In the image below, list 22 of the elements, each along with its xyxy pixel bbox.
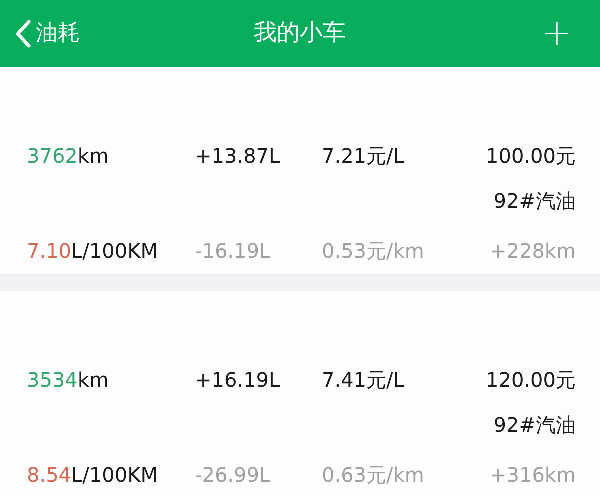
unit-price: 7.41元/L [322, 367, 406, 394]
fuel-difference: -16.19L [195, 238, 272, 265]
distance: +316km [489, 462, 576, 489]
fuel-added: +16.19L [195, 367, 282, 394]
cost-per-km: 0.63元/km [322, 462, 426, 489]
fuel-added: +13.87L [195, 143, 282, 170]
unit-price: 7.21元/L [322, 143, 406, 170]
record-card[interactable]: 3534km +16.19L 7.41元/L 120.00元 92#汽油 8.54L/100KM -26.99L 0.63元/km +316km [0, 291, 600, 497]
fuel-amount: 100.00元 [485, 143, 576, 170]
fuel-type: 92#汽油 [494, 188, 576, 215]
distance: +228km [489, 238, 576, 265]
record-card[interactable]: 3762km +13.87L 7.21元/L 100.00元 92#汽油 7.10L/100KM -16.19L 0.53元/km +228km [0, 67, 600, 274]
back-chevron-icon [14, 18, 32, 48]
odometer-reading: 3762km [27, 143, 110, 170]
fuel-difference: -26.99L [195, 462, 272, 489]
fuel-type: 92#汽油 [494, 412, 576, 439]
cost-per-km: 0.53元/km [322, 238, 426, 265]
page-title: 我的小车 [253, 19, 347, 48]
consumption-rate: 7.10L/100KM [27, 238, 159, 265]
fuel-amount: 120.00元 [485, 367, 576, 394]
odometer-reading: 3534km [27, 367, 110, 394]
consumption-rate: 8.54L/100KM [27, 462, 159, 489]
